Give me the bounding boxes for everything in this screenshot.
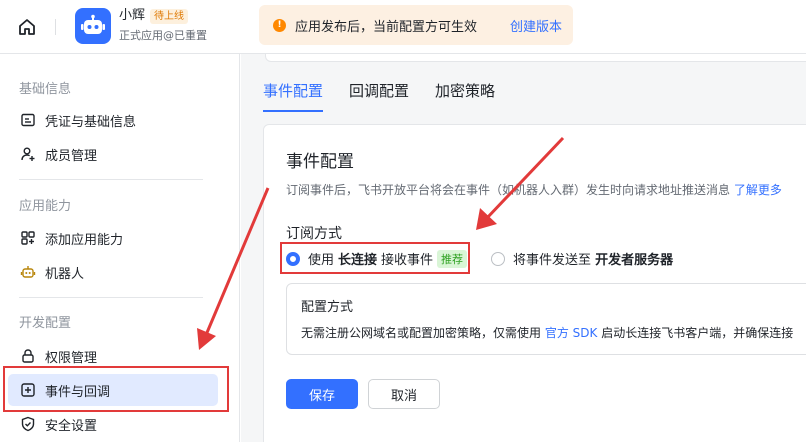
main-content: 事件配置 回调配置 加密策略 事件配置 订阅事件后，飞书开放平台将会在事件（如机… (241, 54, 806, 442)
warning-icon: ! (273, 18, 286, 32)
event-icon (20, 382, 36, 398)
robot-icon (20, 264, 36, 280)
sidebar-group-dev-config: 开发配置 (19, 316, 72, 331)
sidebar-item-label: 成员管理 (45, 148, 98, 164)
option-suffix: 接收事件 (381, 253, 434, 268)
config-method-title: 配置方式 (301, 300, 354, 315)
section-title: 事件配置 (286, 152, 354, 172)
id-card-icon (20, 112, 36, 128)
create-version-link[interactable]: 创建版本 (510, 16, 562, 35)
app-avatar-robot-icon (75, 8, 111, 44)
tab-event-config[interactable]: 事件配置 (263, 80, 324, 112)
sidebar-item-credentials[interactable]: 凭证与基础信息 (8, 104, 218, 136)
sidebar-group-basic: 基础信息 (19, 82, 72, 97)
option-prefix: 使用 (308, 253, 335, 268)
sidebar-item-robot[interactable]: 机器人 (8, 256, 218, 288)
app-name: 小辉 (119, 8, 146, 23)
notice-banner: ! 应用发布后，当前配置方可生效 创建版本 (259, 5, 573, 45)
config-text-after: 启动长连接飞书客户端，并确保连接 (601, 326, 794, 340)
sidebar-item-label: 凭证与基础信息 (45, 114, 137, 130)
subscribe-method-radio-group: 使用 长连接 接收事件 推荐 将事件发送至 开发者服务器 (286, 249, 677, 268)
save-button[interactable]: 保存 (286, 379, 358, 409)
tab-encryption[interactable]: 加密策略 (435, 80, 495, 112)
sidebar-item-label: 权限管理 (45, 350, 98, 366)
option-bold: 开发者服务器 (595, 253, 674, 268)
sidebar: 基础信息 凭证与基础信息 成员管理 应用能力 添加应用能力 机器人 开发配置 权… (0, 54, 240, 442)
sidebar-divider (19, 179, 203, 180)
top-card-edge (265, 54, 806, 62)
event-config-card: 事件配置 订阅事件后，飞书开放平台将会在事件（如机器人入群）发生时向请求地址推送… (263, 124, 806, 442)
status-badge: 待上线 (150, 9, 188, 24)
sidebar-item-members[interactable]: 成员管理 (8, 138, 218, 170)
top-header: 小辉 待上线 正式应用@已重置 ! 应用发布后，当前配置方可生效 创建版本 (0, 0, 806, 53)
user-add-icon (20, 146, 36, 162)
app-subtitle: 正式应用@已重置 (119, 29, 207, 42)
sidebar-item-events-callbacks[interactable]: 事件与回调 (8, 374, 218, 406)
sidebar-group-capabilities: 应用能力 (19, 199, 72, 214)
description-text: 订阅事件后，飞书开放平台将会在事件（如机器人入群）发生时向请求地址推送消息 (286, 183, 731, 197)
official-sdk-link[interactable]: 官方 SDK (545, 326, 598, 340)
config-method-box: 配置方式 无需注册公网域名或配置加密策略，仅需使用 官方 SDK 启动长连接飞书… (286, 283, 806, 355)
home-icon[interactable] (16, 16, 38, 38)
sidebar-item-security[interactable]: 安全设置 (8, 408, 218, 440)
lock-icon (20, 348, 36, 364)
tab-callback-config[interactable]: 回调配置 (349, 80, 409, 112)
radio-developer-server[interactable]: 将事件发送至 开发者服务器 (491, 249, 677, 268)
recommended-badge: 推荐 (437, 249, 468, 268)
sidebar-item-label: 安全设置 (45, 418, 98, 434)
learn-more-link[interactable]: 了解更多 (734, 183, 782, 197)
radio-long-connection[interactable]: 使用 长连接 接收事件 推荐 (286, 249, 468, 268)
cancel-button[interactable]: 取消 (368, 379, 440, 409)
config-text-before: 无需注册公网域名或配置加密策略，仅需使用 (301, 326, 542, 340)
notice-text: 应用发布后，当前配置方可生效 (295, 19, 478, 35)
section-description: 订阅事件后，飞书开放平台将会在事件（如机器人入群）发生时向请求地址推送消息 了解… (286, 181, 782, 198)
option-prefix: 将事件发送至 (513, 253, 592, 268)
sidebar-divider (19, 297, 203, 298)
tab-bar: 事件配置 回调配置 加密策略 (263, 80, 521, 112)
option-bold: 长连接 (338, 253, 378, 268)
grid-add-icon (20, 230, 36, 246)
sidebar-item-label: 事件与回调 (45, 384, 111, 400)
sidebar-item-label: 添加应用能力 (45, 232, 124, 248)
shield-icon (20, 416, 36, 432)
config-method-text: 无需注册公网域名或配置加密策略，仅需使用 官方 SDK 启动长连接飞书客户端，并… (301, 324, 793, 341)
header-divider (55, 19, 56, 35)
sidebar-item-add-capability[interactable]: 添加应用能力 (8, 222, 218, 254)
sidebar-item-label: 机器人 (45, 266, 85, 282)
radio-unchecked-icon (491, 251, 506, 266)
radio-checked-icon (286, 251, 300, 266)
sidebar-item-permissions[interactable]: 权限管理 (8, 340, 218, 372)
subscribe-method-title: 订阅方式 (286, 226, 342, 242)
